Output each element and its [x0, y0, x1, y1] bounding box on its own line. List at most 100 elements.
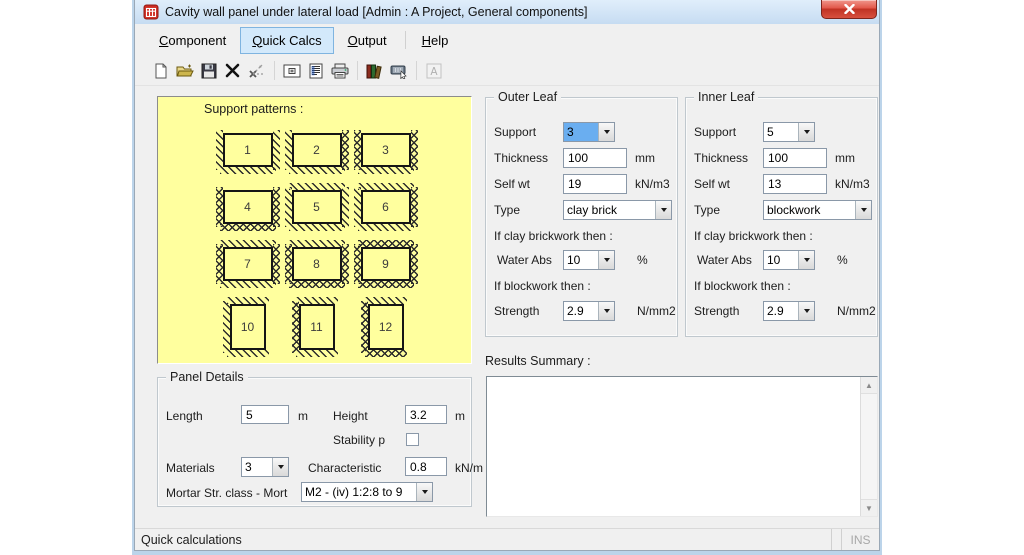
simple-support-hatch-top [357, 182, 414, 190]
support-pattern-7[interactable]: 7 [213, 235, 282, 292]
simple-support-hatch-left [215, 129, 223, 170]
chevron-down-icon[interactable] [416, 483, 432, 501]
support-pattern-6[interactable]: 6 [351, 178, 420, 235]
open-button[interactable] [173, 59, 196, 82]
support-pattern-box: 9 [353, 239, 418, 288]
support-pattern-box: 12 [360, 297, 407, 357]
library-button[interactable] [363, 59, 386, 82]
app-icon [143, 4, 159, 20]
outer-block-note: If blockwork then : [494, 279, 591, 293]
fixed-support-hatch-left [360, 301, 368, 353]
inner-support-select[interactable]: 5 [763, 122, 815, 142]
support-pattern-8[interactable]: 8 [282, 235, 351, 292]
support-pattern-2[interactable]: 2 [282, 121, 351, 178]
support-pattern-box: 11 [291, 297, 338, 357]
height-input[interactable] [405, 405, 447, 424]
outer-support-select[interactable]: 3 [563, 122, 615, 142]
menu-help[interactable]: Help [410, 27, 461, 54]
scroll-down-icon[interactable]: ▼ [861, 499, 877, 516]
outer-type-select[interactable]: clay brick [563, 200, 672, 220]
characteristic-unit: kN/m [455, 461, 483, 475]
inner-waterabs-select[interactable]: 10 [763, 250, 815, 270]
support-pattern-12[interactable]: 12 [351, 292, 420, 362]
support-pattern-9[interactable]: 9 [351, 235, 420, 292]
chevron-down-icon[interactable] [598, 302, 614, 320]
menu-output[interactable]: Output [336, 27, 399, 54]
inner-type-label: Type [694, 203, 721, 217]
menu-quick-calcs[interactable]: Quick Calcs [240, 26, 334, 54]
characteristic-input[interactable] [405, 457, 447, 476]
status-message: Quick calculations [141, 532, 242, 547]
outer-strength-select[interactable]: 2.9 [563, 301, 615, 321]
chevron-down-icon[interactable] [798, 251, 814, 269]
outer-selfwt-input[interactable] [563, 174, 627, 194]
support-pattern-1[interactable]: 1 [213, 121, 282, 178]
height-label: Height [333, 409, 368, 423]
fixed-support-hatch-left [353, 129, 361, 170]
support-pattern-10[interactable]: 10 [213, 292, 282, 362]
support-pattern-box: 2 [284, 129, 349, 174]
inner-thickness-input[interactable] [763, 148, 827, 168]
inner-strength-select[interactable]: 2.9 [763, 301, 815, 321]
fixed-support-hatch-left [284, 243, 292, 284]
chevron-down-icon[interactable] [798, 302, 814, 320]
simple-support-hatch-top [288, 239, 345, 247]
inner-waterabs-value: 10 [767, 253, 781, 267]
chevron-down-icon[interactable] [598, 251, 614, 269]
support-pattern-box: 6 [353, 182, 418, 231]
materials-select[interactable]: 3 [241, 457, 289, 477]
support-pattern-box: 7 [215, 239, 280, 288]
support-pattern-4[interactable]: 4 [213, 178, 282, 235]
mortar-value: M2 - (iv) 1:2:8 to 9 [305, 485, 403, 499]
support-pattern-5[interactable]: 5 [282, 178, 351, 235]
datum-button[interactable] [245, 59, 268, 82]
print-button[interactable] [328, 59, 351, 82]
length-input[interactable] [241, 405, 289, 424]
support-pattern-number: 8 [313, 256, 320, 271]
close-button[interactable] [821, 0, 877, 19]
stability-checkbox[interactable] [406, 433, 419, 446]
outer-waterabs-value: 10 [567, 253, 581, 267]
inner-selfwt-input[interactable] [763, 174, 827, 194]
chevron-down-icon[interactable] [655, 201, 671, 219]
chevron-down-icon[interactable] [598, 123, 614, 141]
vertical-scrollbar[interactable]: ▲ ▼ [860, 377, 877, 516]
characteristic-label: Characteristic [308, 461, 382, 475]
library-books-icon [366, 63, 383, 79]
support-pattern-3[interactable]: 3 [351, 121, 420, 178]
menu-component[interactable]: Component [147, 27, 238, 54]
new-button[interactable] [149, 59, 172, 82]
inner-selfwt-label: Self wt [694, 177, 731, 191]
results-summary-text[interactable] [487, 377, 860, 516]
outer-thickness-input[interactable] [563, 148, 627, 168]
mortar-select[interactable]: M2 - (iv) 1:2:8 to 9 [301, 482, 433, 502]
chevron-down-icon[interactable] [798, 123, 814, 141]
outer-waterabs-select[interactable]: 10 [563, 250, 615, 270]
font-button: A [422, 59, 445, 82]
quick-entry-button[interactable] [387, 59, 410, 82]
save-button[interactable] [197, 59, 220, 82]
outer-strength-label: Strength [494, 304, 540, 318]
scroll-up-icon[interactable]: ▲ [861, 377, 877, 394]
properties-dialog-icon [283, 64, 301, 78]
chevron-down-icon[interactable] [855, 201, 871, 219]
inner-type-value: blockwork [767, 203, 821, 217]
delete-button[interactable] [221, 59, 244, 82]
outer-strength-unit: N/mm2 [637, 304, 676, 318]
fixed-support-hatch-bottom [364, 350, 407, 357]
support-pattern-number: 10 [240, 320, 255, 334]
stability-label: Stability p [333, 433, 386, 447]
fixed-support-hatch-bottom [288, 280, 345, 288]
inner-type-select[interactable]: blockwork [763, 200, 872, 220]
outer-selfwt-unit: kN/m3 [635, 177, 670, 191]
support-pattern-number: 1 [244, 142, 251, 157]
properties-button[interactable] [280, 59, 303, 82]
toolbar-separator [357, 61, 358, 80]
report-button[interactable] [304, 59, 327, 82]
save-floppy-icon [201, 63, 217, 79]
support-pattern-number: 12 [378, 320, 393, 334]
simple-support-hatch-left [353, 186, 361, 227]
support-pattern-11[interactable]: 11 [282, 292, 351, 362]
support-pattern-box: 8 [284, 239, 349, 288]
chevron-down-icon[interactable] [272, 458, 288, 476]
